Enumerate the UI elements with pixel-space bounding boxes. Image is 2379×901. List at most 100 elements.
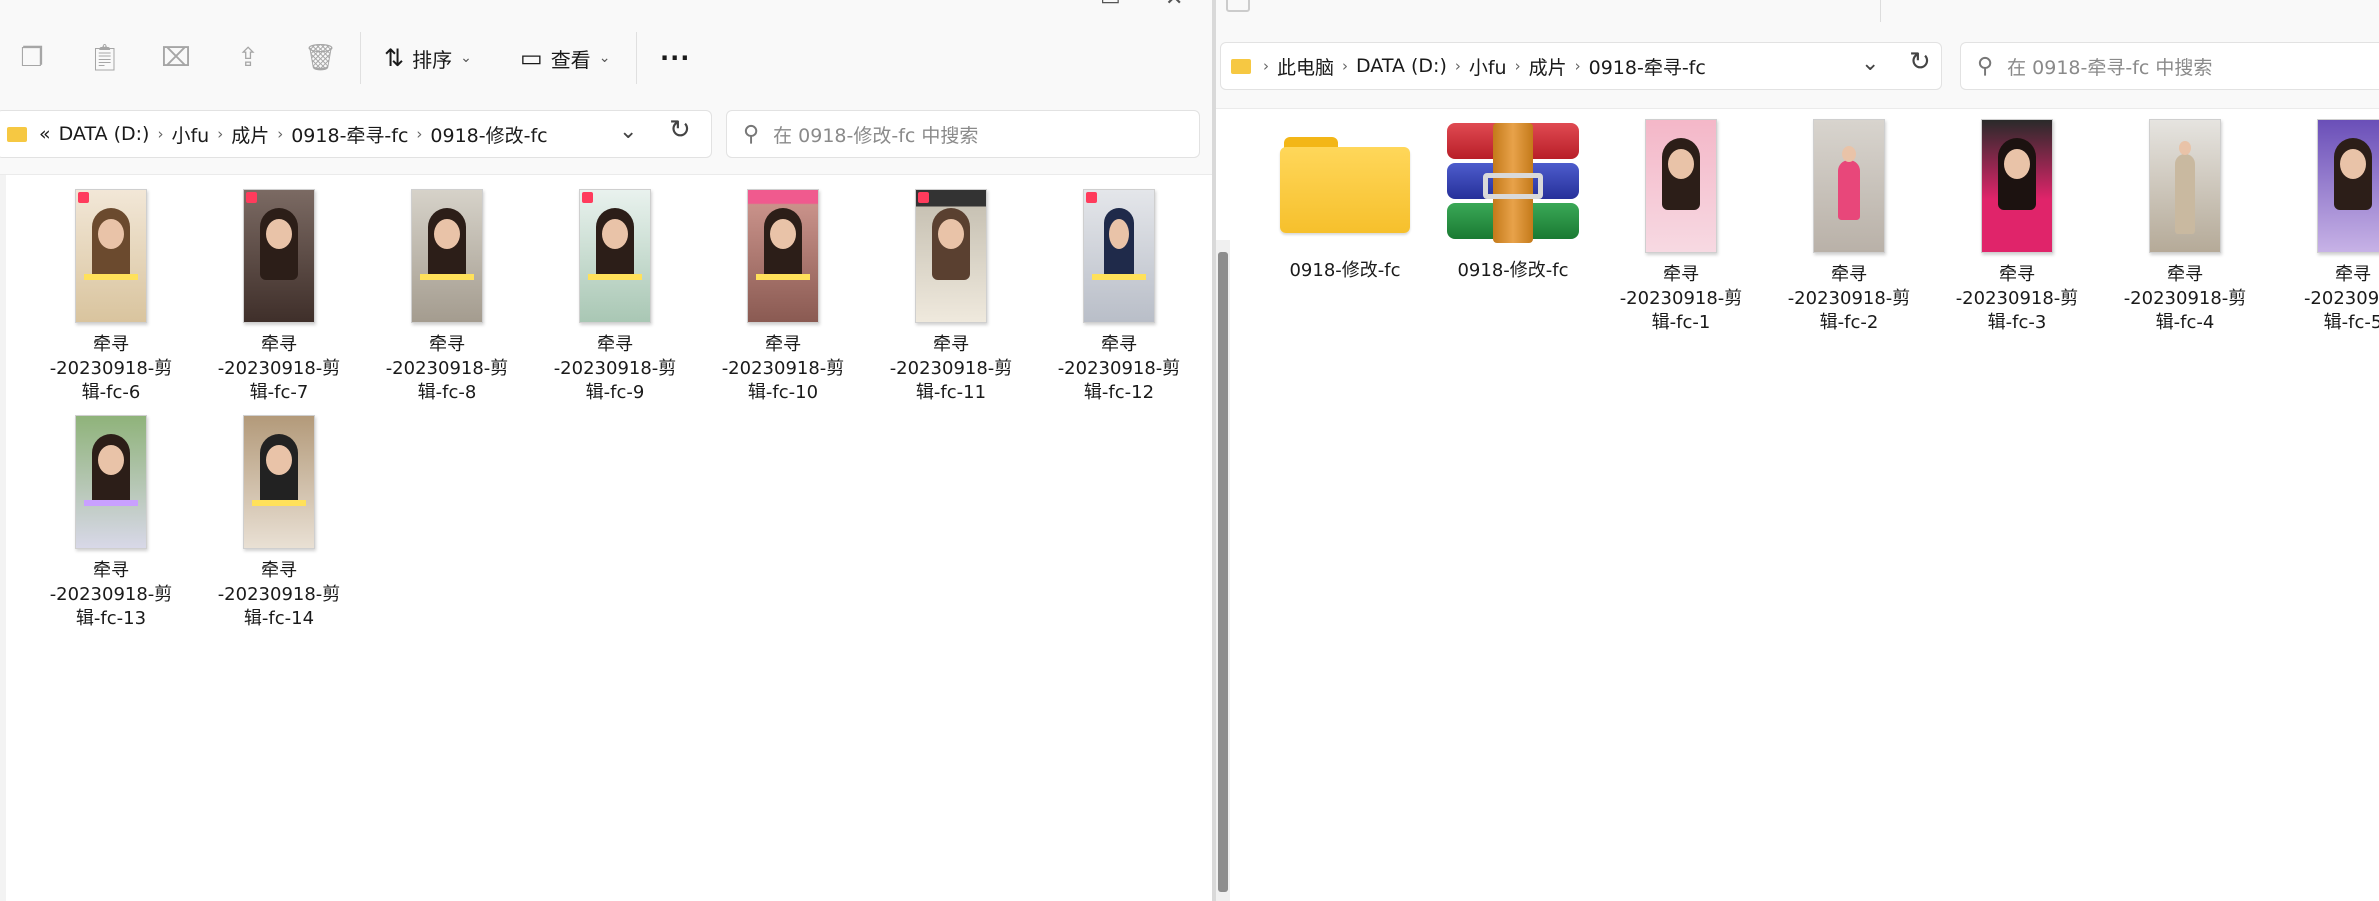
thumbnail-face (266, 219, 292, 250)
thumbnail-face (434, 219, 460, 250)
thumbnail-face (2004, 149, 2030, 180)
file-item-inner: 牵寻 -20230918 辑-fc-5 (2278, 119, 2379, 335)
restore-icon[interactable]: ▭ (1100, 0, 1121, 11)
more-options-button[interactable]: ··· (660, 40, 690, 76)
file-item-fc-9[interactable]: 牵寻 -20230918-剪 辑-fc-9 (540, 189, 690, 405)
breadcrumb-xiaofu[interactable]: 小fu (1469, 53, 1507, 80)
paste-icon[interactable]: 📋︎ (88, 42, 121, 74)
close-icon[interactable]: ✕ (1165, 0, 1183, 11)
file-item-fc-2[interactable]: 牵寻 -20230918-剪 辑-fc-2 (1774, 119, 1924, 335)
file-item-fc-11[interactable]: 牵寻 -20230918-剪 辑-fc-11 (876, 189, 1026, 405)
refresh-icon[interactable]: ↻ (669, 115, 691, 145)
thumbnail-face (2340, 149, 2366, 180)
file-name-line: -20230918-剪 (1787, 288, 1911, 309)
file-item-fc-14[interactable]: 牵寻 -20230918-剪 辑-fc-14 (204, 415, 354, 631)
file-name-line: -20230918-剪 (1955, 288, 2079, 309)
breadcrumb-qianxun[interactable]: 0918-牵寻-fc (291, 121, 408, 148)
file-item-fc-7[interactable]: 牵寻 -20230918-剪 辑-fc-7 (204, 189, 354, 405)
file-name-line: -20230918-剪 (217, 358, 341, 379)
file-name-line: -20230918-剪 (1057, 358, 1181, 379)
file-item-fc-3[interactable]: 牵寻 -20230918-剪 辑-fc-3 (1942, 119, 2092, 335)
file-item-fc-12[interactable]: 牵寻 -20230918-剪 辑-fc-12 (1044, 189, 1194, 405)
delete-icon[interactable]: 🗑︎ (304, 42, 337, 74)
file-item-fc-4[interactable]: 牵寻 -20230918-剪 辑-fc-4 (2110, 119, 2260, 335)
app-badge-icon (78, 192, 89, 203)
video-thumbnail (243, 415, 315, 549)
folder-item-xiugai[interactable]: 0918-修改-fc (1270, 123, 1420, 283)
chevron-right-icon: › (1514, 57, 1521, 75)
chevron-right-icon: › (157, 125, 164, 143)
breadcrumb-this-pc[interactable]: 此电脑 (1277, 53, 1334, 80)
video-thumbnail (1645, 119, 1717, 253)
thumbnail-face (770, 219, 796, 250)
thumbnail-face (1668, 149, 1694, 180)
chevron-down-icon: ⌄ (460, 50, 472, 66)
file-item-fc-1[interactable]: 牵寻 -20230918-剪 辑-fc-1 (1606, 119, 1756, 335)
address-bar[interactable]: › 此电脑 › DATA (D:) › 小fu › 成片 › 0918-牵寻-f… (1220, 42, 1942, 90)
scrollbar-thumb[interactable] (1218, 252, 1228, 892)
sort-button[interactable]: ⇅ 排序 ⌄ (384, 40, 472, 76)
file-name-line: 牵寻 (933, 334, 969, 355)
breadcrumb-qianxun[interactable]: 0918-牵寻-fc (1589, 53, 1706, 80)
file-view: 牵寻 -20230918-剪 辑-fc-6 牵寻 -20230918-剪 辑-f… (0, 175, 1212, 901)
search-box[interactable]: ⚲ 在 0918-修改-fc 中搜索 (726, 110, 1200, 158)
file-name-line: 牵寻 (1101, 334, 1137, 355)
rar-buckle (1483, 173, 1543, 199)
video-thumbnail (411, 189, 483, 323)
file-item-fc-10[interactable]: 牵寻 -20230918-剪 辑-fc-10 (708, 189, 858, 405)
toolbar-divider (636, 32, 637, 84)
toolbar-divider (360, 32, 361, 84)
address-bar[interactable]: « DATA (D:) › 小fu › 成片 › 0918-牵寻-fc › 09… (0, 110, 712, 158)
file-name-line: -20230918-剪 (889, 358, 1013, 379)
file-name-line: 牵寻 (1999, 264, 2035, 285)
file-item-fc-13[interactable]: 牵寻 -20230918-剪 辑-fc-13 (36, 415, 186, 631)
video-thumbnail (75, 189, 147, 323)
breadcrumb-chengpian[interactable]: 成片 (1529, 53, 1567, 80)
breadcrumb-drive[interactable]: DATA (D:) (1356, 55, 1447, 77)
rename-icon[interactable]: ⌧ (160, 42, 192, 74)
video-thumbnail (75, 415, 147, 549)
vertical-scrollbar[interactable] (1216, 240, 1230, 901)
folder-icon (1231, 58, 1251, 74)
copy-icon[interactable]: ❐ (16, 42, 48, 74)
view-button[interactable]: ▭ 查看 ⌄ (520, 40, 610, 76)
breadcrumb-xiugai[interactable]: 0918-修改-fc (430, 121, 547, 148)
file-name-line: 辑-fc-8 (417, 382, 477, 403)
share-icon[interactable]: ⇪ (232, 42, 264, 74)
chevron-right-icon: › (217, 125, 224, 143)
video-thumbnail (1813, 119, 1885, 253)
file-name-line: -20230918-剪 (2123, 288, 2247, 309)
file-item-fc-8[interactable]: 牵寻 -20230918-剪 辑-fc-8 (372, 189, 522, 405)
file-name-line: 牵寻 (597, 334, 633, 355)
rar-archive-icon (1443, 123, 1583, 243)
breadcrumb-overflow[interactable]: « (39, 123, 51, 145)
file-name: 牵寻 -20230918-剪 辑-fc-13 (36, 559, 186, 631)
folder-icon (1280, 133, 1410, 237)
app-badge-icon (1086, 192, 1097, 203)
breadcrumb-drive[interactable]: DATA (D:) (59, 123, 150, 145)
video-thumbnail (2149, 119, 2221, 253)
file-name: 牵寻 -20230918-剪 辑-fc-12 (1044, 333, 1194, 405)
file-name-line: 牵寻 (261, 334, 297, 355)
thumbnail-caption (756, 274, 810, 281)
archive-item-xiugai[interactable]: 0918-修改-fc (1438, 123, 1588, 283)
search-icon: ⚲ (743, 121, 760, 147)
file-name: 牵寻 -20230918-剪 辑-fc-6 (36, 333, 186, 405)
chevron-down-icon[interactable]: ⌄ (1861, 51, 1879, 76)
video-thumbnail (579, 189, 651, 323)
refresh-icon[interactable]: ↻ (1909, 47, 1931, 77)
breadcrumb-chengpian[interactable]: 成片 (231, 121, 269, 148)
folder-name: 0918-修改-fc (1289, 260, 1401, 281)
more-label: ··· (660, 44, 691, 72)
nav-pane-edge (0, 175, 6, 901)
file-item-fc-5[interactable]: 牵寻 -20230918 辑-fc-5 (2278, 119, 2379, 335)
copy-icon[interactable] (1226, 0, 1250, 12)
file-item-fc-6[interactable]: 牵寻 -20230918-剪 辑-fc-6 (36, 189, 186, 405)
sort-icon: ⇅ (384, 44, 405, 72)
file-name-line: -20230918-剪 (385, 358, 509, 379)
breadcrumb-xiaofu[interactable]: 小fu (171, 121, 209, 148)
chevron-down-icon[interactable]: ⌄ (619, 119, 637, 144)
search-box[interactable]: ⚲ 在 0918-牵寻-fc 中搜索 (1960, 42, 2379, 90)
file-name-line: 辑-fc-5 (2323, 312, 2379, 333)
file-name-line: 辑-fc-6 (81, 382, 141, 403)
